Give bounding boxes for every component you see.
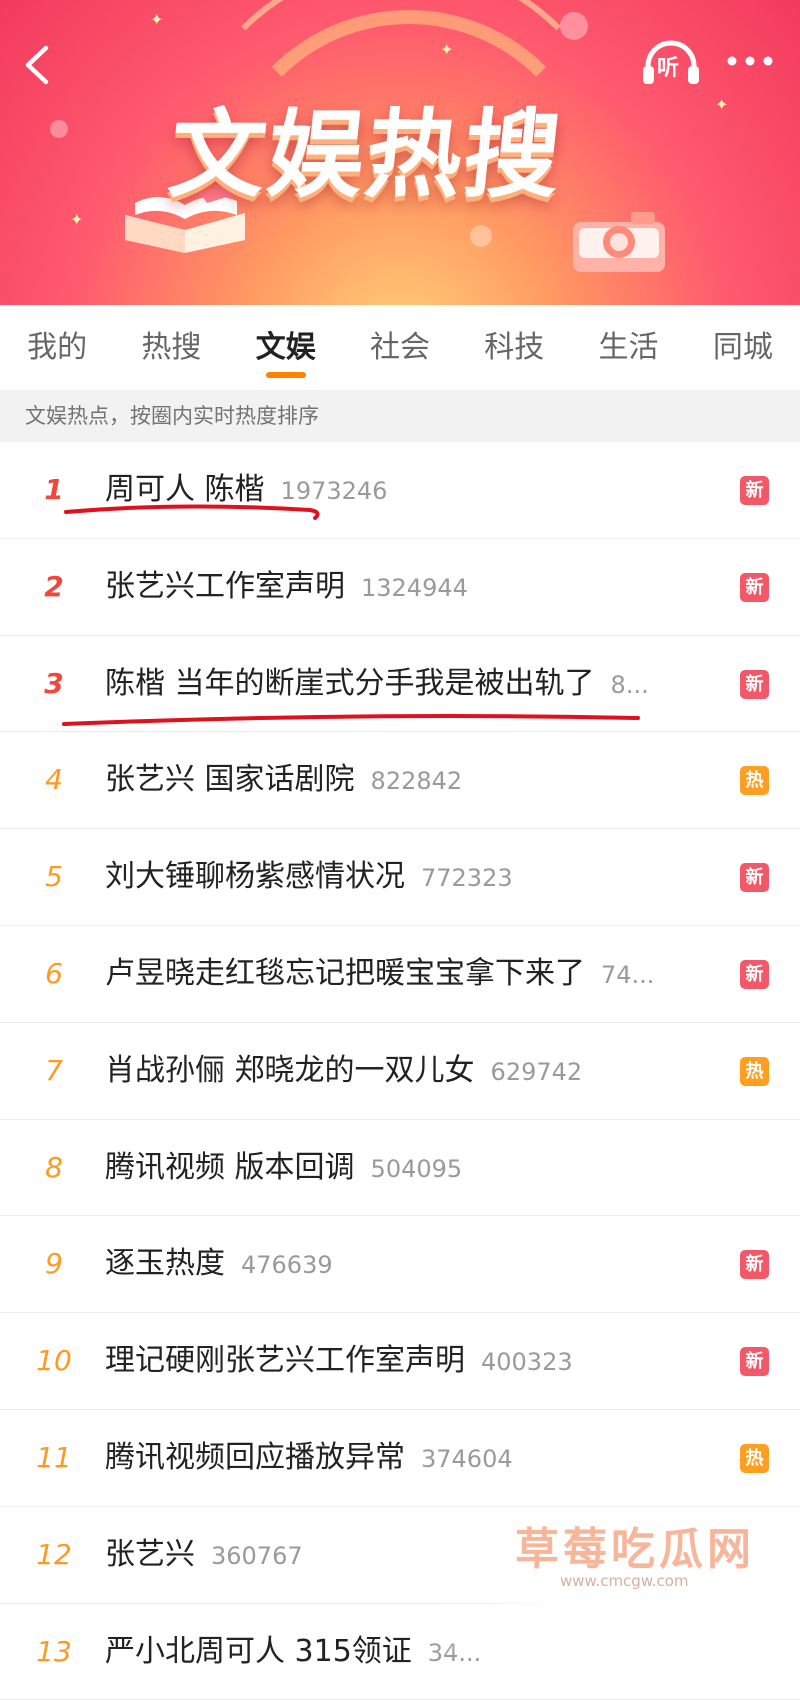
hot-search-list: 1 周可人 陈楷 1973246 新 2 张艺兴工作室声明 1324944 新 3 陈楷 当年的断… xyxy=(0,442,800,1700)
item-title-wrap: 卢昱晓走红毯忘记把暖宝宝拿下来了 74... xyxy=(105,926,685,1022)
item-title: 周可人 陈楷 xyxy=(105,472,265,507)
rank-number: 6 xyxy=(45,956,63,990)
tab-4[interactable]: 科技 xyxy=(457,305,571,390)
list-description: 文娱热点，按圈内实时热度排序 xyxy=(0,390,800,442)
item-title: 肖战孙俪 郑晓龙的一双儿女 xyxy=(105,1052,475,1088)
tab-3[interactable]: 社会 xyxy=(343,305,457,390)
list-item[interactable]: 7 肖战孙俪 郑晓龙的一双儿女 629742 热 xyxy=(0,1023,800,1120)
heat-count: 476639 xyxy=(241,1251,333,1280)
tab-2[interactable]: 文娱 xyxy=(229,305,343,390)
new-badge: 新 xyxy=(740,863,769,893)
list-item[interactable]: 1 周可人 陈楷 1973246 新 xyxy=(0,442,800,539)
hot-badge: 热 xyxy=(740,766,769,796)
tab-6[interactable]: 同城 xyxy=(686,305,800,390)
list-item[interactable]: 4 张艺兴 国家话剧院 822842 热 xyxy=(0,732,800,830)
new-badge: 新 xyxy=(740,1250,769,1280)
listen-button[interactable]: 听 xyxy=(640,36,702,92)
rank-number: 12 xyxy=(36,1537,72,1571)
item-title: 理记硬刚张艺兴工作室声明 xyxy=(105,1343,465,1379)
banner-bubble xyxy=(560,12,588,40)
item-title: 逐玉热度 xyxy=(105,1246,225,1282)
more-dots-icon xyxy=(727,56,773,66)
item-title: 腾讯视频 版本回调 xyxy=(105,1149,355,1185)
heat-count: 8... xyxy=(610,670,649,699)
banner-bubble xyxy=(470,225,492,247)
item-title: 严小北周可人 315领证 xyxy=(105,1633,412,1669)
rank-number: 7 xyxy=(45,1053,63,1087)
tab-1[interactable]: 热搜 xyxy=(114,305,228,390)
item-title-wrap: 肖战孙俪 郑晓龙的一双儿女 629742 xyxy=(105,1023,685,1119)
item-title: 卢昱晓走红毯忘记把暖宝宝拿下来了 xyxy=(105,955,585,991)
heat-count: 1973246 xyxy=(280,477,388,505)
item-title: 张艺兴工作室声明 xyxy=(105,568,345,604)
new-badge: 新 xyxy=(740,669,769,699)
item-title-wrap: 陈楷 当年的断崖式分手我是被出轨了 8... xyxy=(105,636,685,732)
item-title-wrap: 张艺兴 国家话剧院 822842 xyxy=(105,732,685,828)
listen-label: 听 xyxy=(657,56,680,81)
category-tabs: 我的 热搜 文娱 社会 科技 生活 同城 xyxy=(0,305,800,390)
page-title: 文娱热搜 xyxy=(164,99,568,211)
list-item[interactable]: 2 张艺兴工作室声明 1324944 新 xyxy=(0,539,800,636)
heat-count: 400323 xyxy=(481,1348,573,1377)
list-item[interactable]: 6 卢昱晓走红毯忘记把暖宝宝拿下来了 74... 新 xyxy=(0,926,800,1023)
banner-bubble xyxy=(50,120,68,138)
heat-count: 629742 xyxy=(490,1057,583,1086)
rank-number: 3 xyxy=(44,666,64,700)
new-badge: 新 xyxy=(740,959,769,989)
item-title-wrap: 张艺兴工作室声明 1324944 xyxy=(105,539,685,635)
rank-number: 2 xyxy=(44,569,64,603)
more-button[interactable] xyxy=(722,46,782,76)
watermark-url: www.cmcgw.com xyxy=(560,1572,689,1590)
back-button[interactable] xyxy=(18,40,58,90)
header-banner: ✦ ✦ ✦ ✦ 听 文娱热搜 xyxy=(0,0,800,305)
item-title-wrap: 腾讯视频 版本回调 504095 xyxy=(105,1120,685,1216)
item-title: 陈楷 当年的断崖式分手我是被出轨了 xyxy=(105,665,595,701)
rank-number: 11 xyxy=(36,1440,72,1474)
watermark-logo: 草莓吃瓜网 xyxy=(515,1524,755,1575)
list-item[interactable]: 3 陈楷 当年的断崖式分手我是被出轨了 8... 新 xyxy=(0,636,800,733)
item-title: 张艺兴 xyxy=(105,1536,195,1572)
list-item[interactable]: 8 腾讯视频 版本回调 504095 xyxy=(0,1120,800,1217)
sparkle-icon: ✦ xyxy=(715,95,729,114)
item-title: 腾讯视频回应播放异常 xyxy=(105,1439,405,1475)
list-item[interactable]: 9 逐玉热度 476639 新 xyxy=(0,1216,800,1314)
list-item[interactable]: 10 理记硬刚张艺兴工作室声明 400323 新 xyxy=(0,1313,800,1410)
new-badge: 新 xyxy=(740,572,769,602)
sparkle-icon: ✦ xyxy=(150,10,164,29)
heat-count: 504095 xyxy=(370,1154,463,1183)
sparkle-icon: ✦ xyxy=(70,210,84,229)
rank-number: 9 xyxy=(45,1247,63,1281)
heat-count: 772323 xyxy=(421,864,513,893)
heat-count: 822842 xyxy=(370,767,463,796)
item-title: 刘大锤聊杨紫感情状况 xyxy=(105,859,405,895)
heat-count: 1324944 xyxy=(361,573,468,602)
item-title-wrap: 逐玉热度 476639 xyxy=(105,1216,685,1312)
list-item[interactable]: 5 刘大锤聊杨紫感情状况 772323 新 xyxy=(0,829,800,926)
new-badge: 新 xyxy=(740,1347,769,1377)
hot-badge: 热 xyxy=(740,1056,769,1086)
item-title-wrap: 理记硬刚张艺兴工作室声明 400323 xyxy=(105,1313,685,1409)
item-title-wrap: 刘大锤聊杨紫感情状况 772323 xyxy=(105,829,685,925)
new-badge: 新 xyxy=(740,476,769,505)
item-title: 张艺兴 国家话剧院 xyxy=(105,762,355,798)
heat-count: 74... xyxy=(601,960,655,989)
item-title-wrap: 周可人 陈楷 1973246 xyxy=(105,442,685,538)
rank-number: 4 xyxy=(45,763,63,797)
rank-number: 10 xyxy=(36,1344,72,1378)
rank-number: 5 xyxy=(45,860,63,894)
list-item[interactable]: 11 腾讯视频回应播放异常 374604 热 xyxy=(0,1410,800,1507)
hot-badge: 热 xyxy=(740,1443,769,1473)
tab-5[interactable]: 生活 xyxy=(571,305,685,390)
rank-number: 1 xyxy=(44,473,64,506)
rank-number: 13 xyxy=(36,1634,72,1668)
rank-number: 8 xyxy=(45,1150,63,1184)
heat-count: 374604 xyxy=(421,1444,513,1473)
tab-0[interactable]: 我的 xyxy=(0,305,114,390)
heat-count: 360767 xyxy=(211,1541,303,1570)
sparkle-icon: ✦ xyxy=(440,40,454,59)
item-title-wrap: 腾讯视频回应播放异常 374604 xyxy=(105,1410,685,1506)
chevron-left-icon xyxy=(25,45,49,85)
